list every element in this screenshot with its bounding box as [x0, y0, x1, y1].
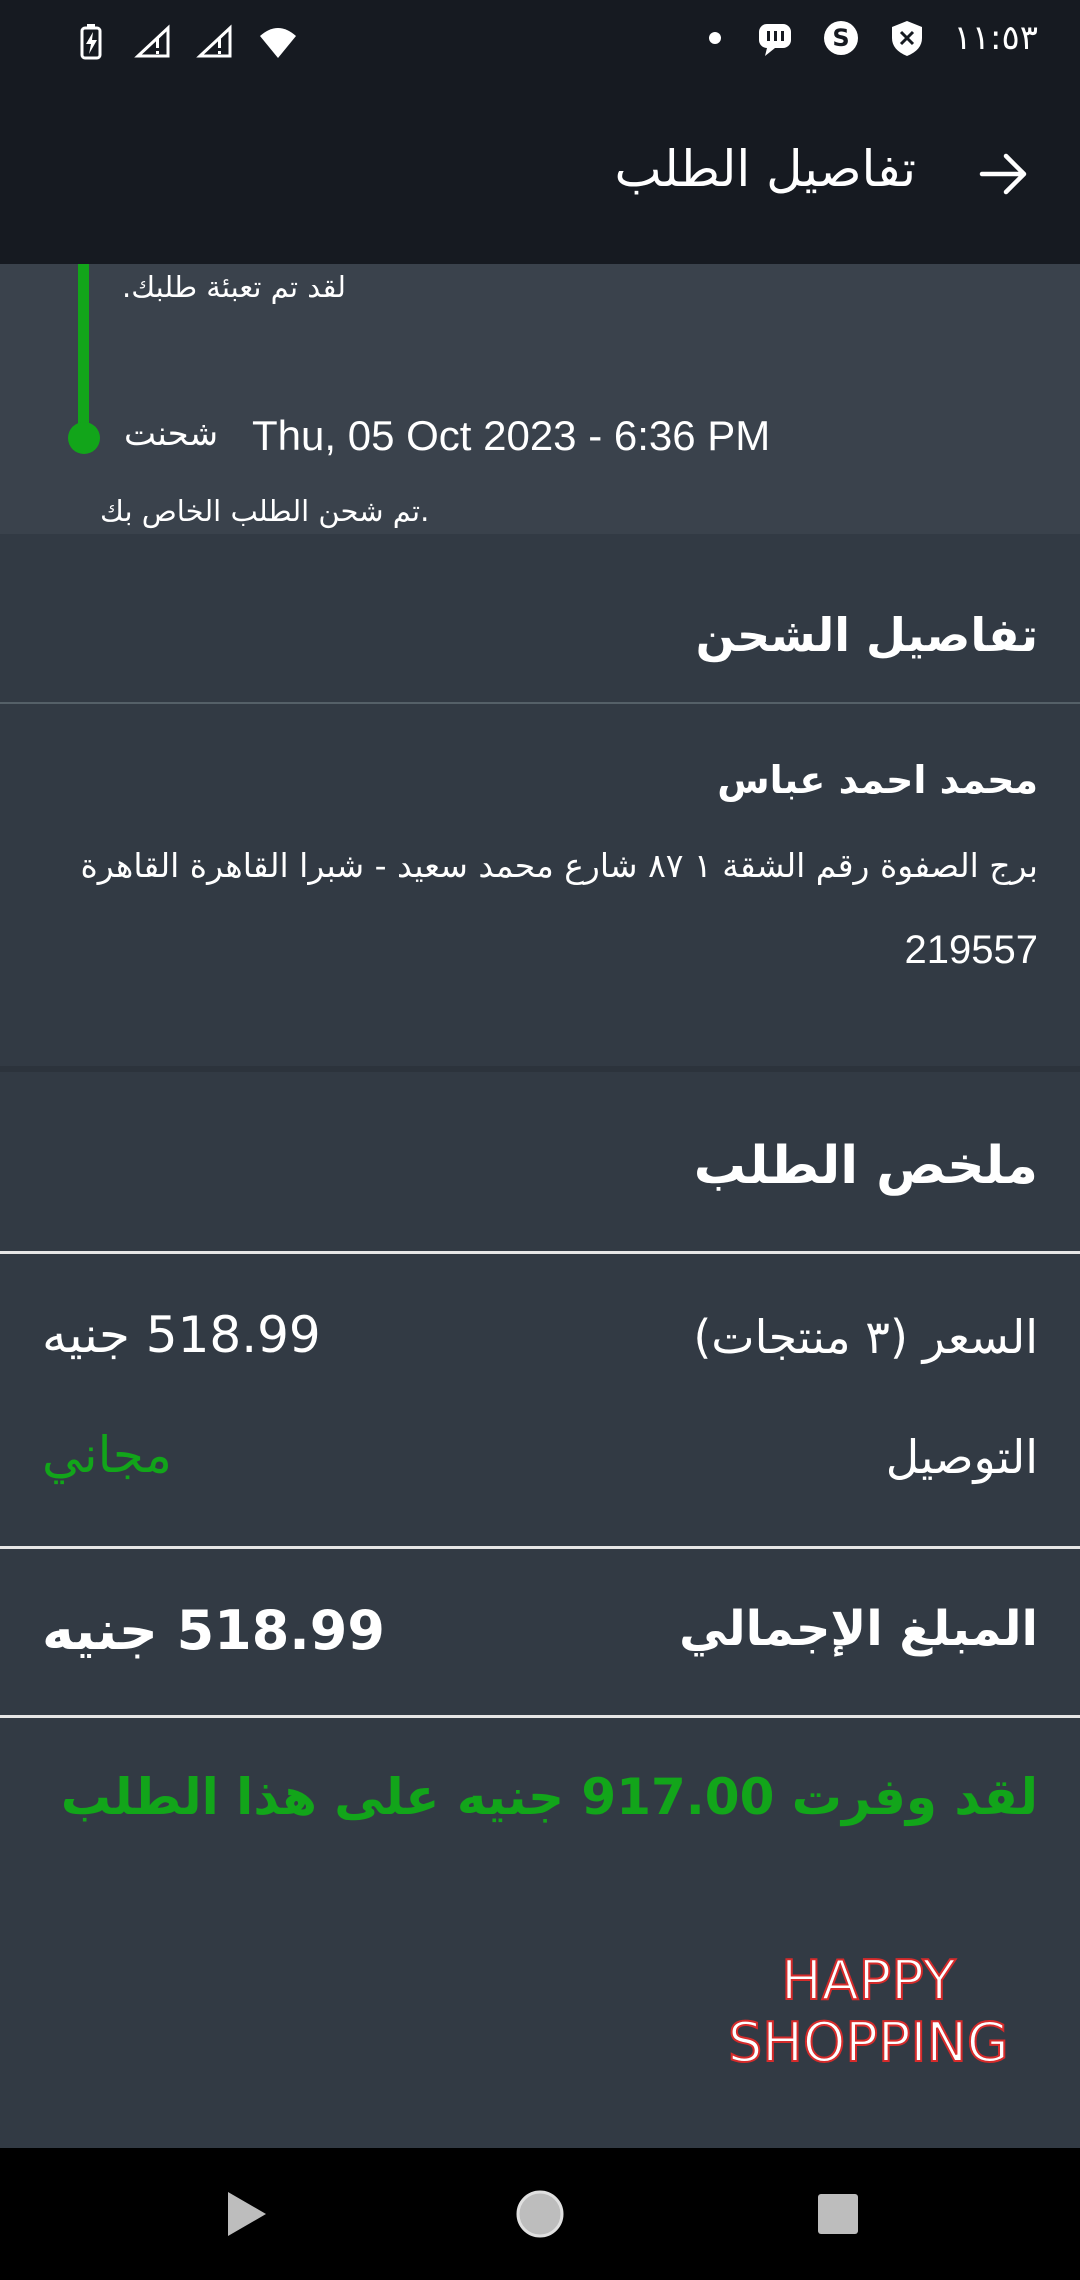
- shipping-header: تفاصيل الشحن: [0, 558, 1080, 704]
- shield-icon: [892, 21, 923, 56]
- summary-title: ملخص الطلب: [693, 1136, 1038, 1196]
- happy-text: HAPPY: [780, 1949, 956, 2013]
- status-bar: S ١١:٥٣: [0, 0, 1080, 88]
- status-date: Thu, 05 Oct 2023 - 6:36 PM: [252, 412, 771, 459]
- battery-charging-icon: [80, 24, 102, 60]
- chat-icon: [759, 24, 792, 56]
- nav-home-icon[interactable]: [514, 2188, 566, 2240]
- signal-icon: [196, 24, 232, 58]
- app-bar: تفاصيل الطلب: [0, 88, 1080, 264]
- shipping-address: محمد احمد عباس برج الصفوة رقم الشقة ١ ٨٧…: [0, 706, 1080, 1068]
- arrow-back-icon[interactable]: [976, 146, 1032, 202]
- nav-recents-icon[interactable]: [812, 2188, 864, 2240]
- svg-text:S: S: [833, 24, 850, 52]
- wifi-icon: [260, 28, 296, 58]
- page-title: تفاصيل الطلب: [614, 140, 916, 198]
- status-right: S ١١:٥٣: [709, 18, 1038, 58]
- nav-back-icon[interactable]: [220, 2188, 272, 2240]
- price-value: 518.99 جنيه: [42, 1306, 321, 1364]
- total-row: المبلغ الإجمالي 518.99 جنيه: [0, 1546, 1080, 1718]
- address-line: برج الصفوة رقم الشقة ١ ٨٧ شارع محمد سعيد…: [80, 846, 1038, 885]
- savings-text: لقد وفرت 917.00 جنيه على هذا الطلب: [60, 1768, 1038, 1826]
- status-time: ١١:٥٣: [953, 18, 1038, 58]
- notification-dot-icon: [709, 32, 722, 44]
- recipient-name: محمد احمد عباس: [717, 758, 1038, 802]
- happy-shopping-logo: HAPPY SHOPPING: [727, 1949, 1010, 2075]
- total-value: 518.99 جنيه: [42, 1599, 385, 1662]
- status-left: [72, 22, 298, 62]
- timeline-node: [68, 422, 100, 454]
- system-nav-bar: [0, 2148, 1080, 2280]
- postal-code: 219557: [904, 928, 1038, 972]
- summary-header: ملخص الطلب: [0, 1072, 1080, 1254]
- shopping-text: SHOPPING: [727, 2011, 1010, 2075]
- order-timeline: لقد تم تعبئة طلبك. شحنت Thu, 05 Oct 2023…: [0, 264, 1080, 534]
- delivery-row: التوصيل مجاني: [0, 1416, 1080, 1506]
- signal-icon: [134, 24, 170, 58]
- delivery-value: مجاني: [42, 1426, 172, 1484]
- price-row: السعر (٣ منتجات) 518.99 جنيه: [0, 1296, 1080, 1386]
- price-label: السعر (٣ منتجات): [693, 1310, 1038, 1364]
- timeline-line: [78, 264, 89, 434]
- delivery-label: التوصيل: [885, 1430, 1038, 1484]
- packed-note: لقد تم تعبئة طلبك.: [122, 270, 346, 304]
- total-label: المبلغ الإجمالي: [679, 1601, 1038, 1657]
- shipping-title: تفاصيل الشحن: [695, 608, 1038, 662]
- s-app-icon: S: [824, 21, 859, 55]
- shipped-note: تم شحن الطلب الخاص بك.: [100, 494, 430, 528]
- status-label: شحنت: [124, 414, 219, 454]
